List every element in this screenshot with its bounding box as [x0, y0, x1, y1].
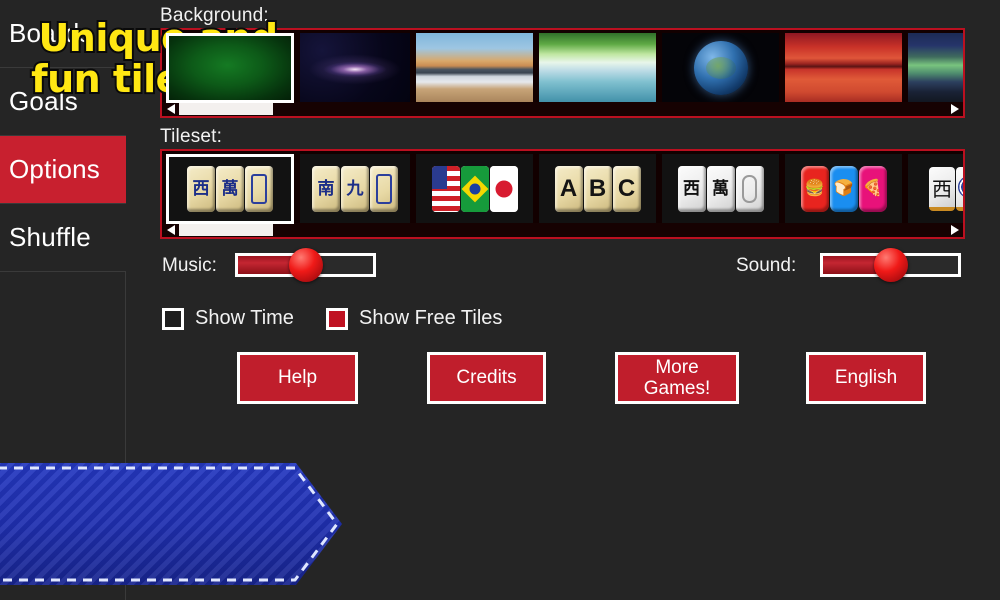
- show-free-tiles-label: Show Free Tiles: [359, 307, 503, 329]
- right-arrow-icon: [950, 104, 959, 114]
- mahjong-tile-flag-br: [460, 166, 489, 212]
- show-time-label: Show Time: [195, 307, 294, 329]
- tileset-thumb-white-modern[interactable]: 西 萬: [662, 154, 779, 224]
- mahjong-tile: A: [554, 166, 583, 212]
- right-arrow-icon: [950, 225, 959, 235]
- tileset-thumb-flags[interactable]: [416, 154, 533, 224]
- tileset-section-label: Tileset:: [160, 126, 223, 147]
- tileset-thumb-classic-ivory[interactable]: 西 萬: [166, 154, 294, 224]
- tile-frame-glyph: [742, 175, 757, 203]
- sidebar-item-label: Options: [9, 154, 101, 184]
- tileset-thumb-classic-gold[interactable]: 南 九: [300, 154, 410, 224]
- tileset-carousel[interactable]: 西 萬 南 九 A B C 西 萬 🍔 🍞 🍕 西: [160, 149, 965, 239]
- mahjong-tile-flag-us: [431, 166, 460, 212]
- background-thumb-beach-sunset[interactable]: [416, 33, 533, 103]
- english-language-button[interactable]: English: [806, 352, 926, 404]
- sound-label: Sound:: [736, 255, 797, 276]
- show-time-checkbox[interactable]: [162, 307, 184, 330]
- background-thumb-galaxy[interactable]: [300, 33, 410, 103]
- help-button[interactable]: Help: [237, 352, 358, 404]
- mahjong-tile: [735, 166, 764, 212]
- mahjong-tile-pizza: 🍕: [858, 166, 887, 212]
- tileset-scrollbar-thumb[interactable]: [179, 224, 273, 236]
- music-slider-knob[interactable]: [289, 248, 323, 282]
- mahjong-tile: 萬: [216, 166, 244, 212]
- tileset-scroll-right-button[interactable]: [948, 224, 961, 236]
- bread-icon: 🍞: [833, 180, 854, 197]
- tileset-thumb-bold-black-white[interactable]: 西: [908, 154, 963, 224]
- mahjong-tile-bread: 🍞: [829, 166, 858, 212]
- burger-icon: 🍔: [804, 180, 825, 197]
- mahjong-tile: [956, 167, 963, 211]
- show-free-tiles-checkbox-row[interactable]: Show Free Tiles: [326, 307, 502, 330]
- mahjong-tile: B: [583, 166, 612, 212]
- background-scroll-left-button[interactable]: [164, 103, 177, 115]
- tileset-thumb-food-icons[interactable]: 🍔 🍞 🍕: [785, 154, 902, 224]
- background-thumb-red-desert[interactable]: [785, 33, 902, 103]
- brazil-flag-icon: [460, 166, 489, 212]
- sidebar-item-label: Shuffle: [9, 222, 91, 252]
- background-scrollbar-thumb[interactable]: [179, 103, 273, 115]
- show-free-tiles-checkbox[interactable]: [326, 307, 348, 330]
- left-arrow-icon: [166, 104, 175, 114]
- mahjong-tile-flag-jp: [489, 166, 518, 212]
- tileset-thumb-letters-abc[interactable]: A B C: [539, 154, 656, 224]
- sidebar-item-shuffle[interactable]: Shuffle: [0, 204, 126, 272]
- background-thumb-aurora-borealis[interactable]: [908, 33, 963, 103]
- mahjong-tile: [245, 166, 273, 212]
- more-games-button[interactable]: More Games!: [615, 352, 739, 404]
- background-carousel[interactable]: [160, 28, 965, 118]
- credits-button[interactable]: Credits: [427, 352, 546, 404]
- tileset-scroll-left-button[interactable]: [164, 224, 177, 236]
- mahjong-tile: 九: [341, 166, 369, 212]
- show-time-checkbox-row[interactable]: Show Time: [162, 307, 294, 330]
- pizza-icon: 🍕: [862, 180, 883, 197]
- mahjong-tile: C: [612, 166, 641, 212]
- tile-frame-glyph: [251, 174, 267, 204]
- japan-flag-icon: [489, 166, 518, 212]
- background-thumb-green-felt[interactable]: [166, 33, 294, 103]
- mahjong-tile: 南: [312, 166, 340, 212]
- mahjong-tile: [370, 166, 398, 212]
- tileset-scrollbar[interactable]: [162, 223, 963, 237]
- dot-disc-icon: [958, 176, 963, 198]
- left-arrow-icon: [166, 225, 175, 235]
- mahjong-tile: 西: [929, 167, 955, 211]
- mahjong-tile-burger: 🍔: [800, 166, 829, 212]
- mahjong-tile: 萬: [706, 166, 735, 212]
- sidebar-item-options[interactable]: Options: [0, 136, 126, 204]
- background-scrollbar[interactable]: [162, 102, 963, 116]
- tile-frame-glyph: [376, 174, 392, 204]
- options-screen: Boards Goals Options Shuffle Background:: [0, 0, 1000, 600]
- mahjong-tile: 西: [677, 166, 706, 212]
- sound-slider-knob[interactable]: [874, 248, 908, 282]
- us-flag-icon: [431, 166, 460, 212]
- credits-button-label: Credits: [456, 367, 517, 389]
- background-thumb-forest-lake[interactable]: [539, 33, 656, 103]
- mahjong-tile: 西: [187, 166, 215, 212]
- background-scroll-right-button[interactable]: [948, 103, 961, 115]
- music-label: Music:: [162, 255, 217, 276]
- background-thumb-earth-from-space[interactable]: [662, 33, 779, 103]
- promo-banner: [0, 463, 342, 585]
